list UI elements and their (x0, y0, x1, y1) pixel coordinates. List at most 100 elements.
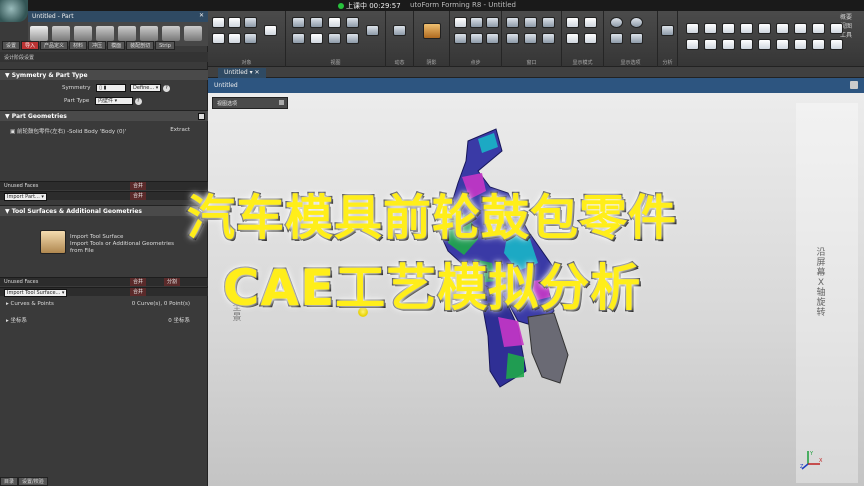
select-icon[interactable] (486, 33, 499, 44)
object-icon[interactable] (244, 33, 257, 44)
cursor-icon[interactable] (454, 17, 467, 28)
object-icon[interactable] (264, 25, 277, 36)
analysis-icon[interactable] (704, 23, 717, 34)
analysis-icon[interactable] (704, 39, 717, 50)
maximize-icon[interactable] (850, 81, 858, 89)
ribbon-group-shading: 阴影 (414, 11, 450, 67)
analysis-icon[interactable] (776, 39, 789, 50)
fillet-green (506, 353, 524, 379)
help-icon[interactable]: ? (162, 85, 170, 92)
tab-untitled[interactable]: Untitled ▾ ✕ (218, 68, 266, 78)
tab-setup[interactable]: 设置 (2, 41, 21, 50)
object-icon[interactable] (244, 17, 257, 28)
symmetry-dropdown[interactable]: Define... ▾ (130, 84, 162, 92)
tab-import[interactable]: 导入 (21, 41, 40, 50)
view-icon[interactable] (310, 17, 323, 28)
symmetry-section-header[interactable]: ▼ Symmetry & Part Type (0, 69, 208, 80)
view-icon[interactable] (346, 33, 359, 44)
close-icon[interactable] (279, 100, 284, 105)
mesh-icon[interactable] (610, 33, 623, 44)
tab-catalog[interactable]: 目录 (0, 477, 19, 486)
tab-assembly[interactable]: 装配剖切 (126, 41, 155, 50)
tab-material[interactable]: 材料 (69, 41, 88, 50)
analysis-icon[interactable] (758, 23, 771, 34)
window-icon[interactable] (566, 33, 579, 44)
sphere-icon[interactable] (630, 17, 643, 28)
analysis-icon[interactable] (722, 39, 735, 50)
object-icon[interactable] (212, 17, 225, 28)
ribbon-group-window: 显示模式 (562, 11, 604, 67)
tab-die-face[interactable]: 模面 (107, 41, 126, 50)
view-icon[interactable] (366, 25, 379, 36)
part-mode-icon[interactable] (30, 26, 48, 41)
view-icon[interactable] (292, 17, 305, 28)
analysis-icon[interactable] (686, 39, 699, 50)
view-icon[interactable] (328, 17, 341, 28)
select-icon[interactable] (470, 33, 483, 44)
select-icon[interactable] (454, 33, 467, 44)
app-logo[interactable] (0, 0, 28, 22)
simulation-mode-icon[interactable] (140, 26, 158, 41)
mesh-icon[interactable] (630, 33, 643, 44)
clock-icon[interactable] (506, 33, 519, 44)
report-mode-icon[interactable] (184, 26, 202, 41)
analysis-icon[interactable] (830, 23, 843, 34)
close-icon[interactable]: ✕ (199, 12, 204, 19)
step-icon[interactable] (542, 17, 555, 28)
tab-product-definition[interactable]: 产品定义 (40, 41, 69, 50)
headline-text-2: CAE工艺模拟分析 (221, 258, 642, 319)
step-icon[interactable] (524, 33, 537, 44)
step-icon[interactable] (542, 33, 555, 44)
window-icon[interactable] (584, 17, 597, 28)
tool-mode-icon[interactable] (74, 26, 92, 41)
object-icon[interactable] (228, 33, 241, 44)
part-geometries-section-header[interactable]: ▼ Part Geometries (0, 110, 208, 121)
object-icon[interactable] (212, 33, 225, 44)
analysis-icon[interactable] (830, 39, 843, 50)
view-icon[interactable] (310, 33, 323, 44)
view-options-menu[interactable]: 视图选项 (212, 97, 288, 109)
panel-title: Untitled - Part ✕ (28, 11, 208, 22)
sphere-icon[interactable] (610, 17, 623, 28)
dynamic-icon[interactable] (393, 25, 406, 36)
step-icon[interactable] (524, 17, 537, 28)
analysis-icon[interactable] (794, 39, 807, 50)
stages-row[interactable]: 设计阶段设置 (0, 52, 208, 62)
process-mode-icon[interactable] (52, 26, 70, 41)
tab-stamping[interactable]: 冲压 (88, 41, 107, 50)
material-mode-icon[interactable] (96, 26, 114, 41)
options-icon[interactable] (661, 25, 674, 36)
analysis-icon[interactable] (686, 23, 699, 34)
record-dot-icon (338, 3, 344, 9)
select-icon[interactable] (486, 17, 499, 28)
blank-mode-icon[interactable] (118, 26, 136, 41)
analysis-icon[interactable] (794, 23, 807, 34)
symmetry-toggle[interactable]: ▯ ▮ (96, 84, 127, 92)
analysis-icon[interactable] (776, 23, 789, 34)
ribbon-group-objects: 对象 (208, 11, 286, 67)
analysis-icon[interactable] (722, 23, 735, 34)
analysis-icon[interactable] (740, 23, 753, 34)
ribbon-group-view: 视图 (286, 11, 386, 67)
select-icon[interactable] (470, 17, 483, 28)
view-icon[interactable] (346, 17, 359, 28)
analysis-icon[interactable] (758, 39, 771, 50)
result-mode-icon[interactable] (162, 26, 180, 41)
analysis-icon[interactable] (740, 39, 753, 50)
tab-settings-check[interactable]: 设置/校验 (18, 477, 48, 486)
view-icon[interactable] (292, 33, 305, 44)
object-icon[interactable] (228, 17, 241, 28)
shading-icon[interactable] (423, 23, 441, 39)
part-type-dropdown[interactable]: 内壁件 ▾ (95, 97, 133, 105)
tab-strip[interactable]: Strip (155, 41, 175, 50)
window-icon[interactable] (584, 33, 597, 44)
step-icon[interactable] (506, 17, 519, 28)
add-icon[interactable] (198, 113, 205, 120)
window-icon[interactable] (566, 17, 579, 28)
title-bar: 上课中 00:29:57 utoForm Forming R8 - Untitl… (0, 0, 864, 11)
view-icon[interactable] (328, 33, 341, 44)
analysis-icon[interactable] (812, 39, 825, 50)
help-icon[interactable]: ? (134, 98, 142, 105)
analysis-icon[interactable] (812, 23, 825, 34)
part-geometry-item[interactable]: ▣ 前轮鼓包零件(左右) -Solid Body 'Body (0)' Extr… (10, 127, 206, 135)
